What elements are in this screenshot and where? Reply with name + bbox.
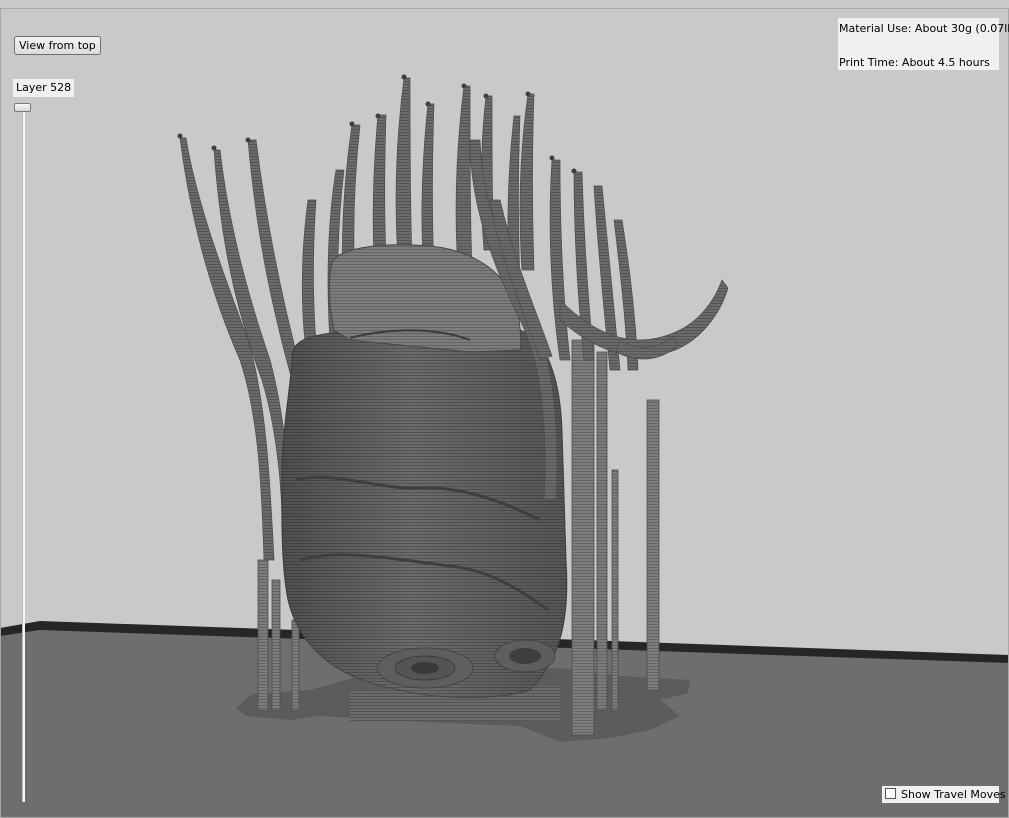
layer-slider-handle[interactable]: [14, 103, 31, 112]
layer-slider-track[interactable]: [22, 112, 25, 802]
travel-moves-label: Show Travel Moves: [901, 788, 1006, 801]
material-use-text: Material Use: About 30g (0.07lb): [839, 22, 1009, 35]
travel-moves-checkbox[interactable]: [885, 788, 896, 799]
layer-label: Layer 528: [13, 79, 75, 97]
print-info-panel: Material Use: About 30g (0.07lb) Print T…: [838, 18, 1009, 70]
print-time-text: Print Time: About 4.5 hours: [839, 56, 990, 69]
view-from-top-button[interactable]: View from top: [14, 36, 101, 55]
model-3d-view[interactable]: [0, 0, 1009, 818]
print-preview-viewport[interactable]: View from top Layer 528 Material Use: Ab…: [0, 0, 1009, 818]
show-travel-moves-toggle[interactable]: Show Travel Moves: [882, 786, 1006, 803]
